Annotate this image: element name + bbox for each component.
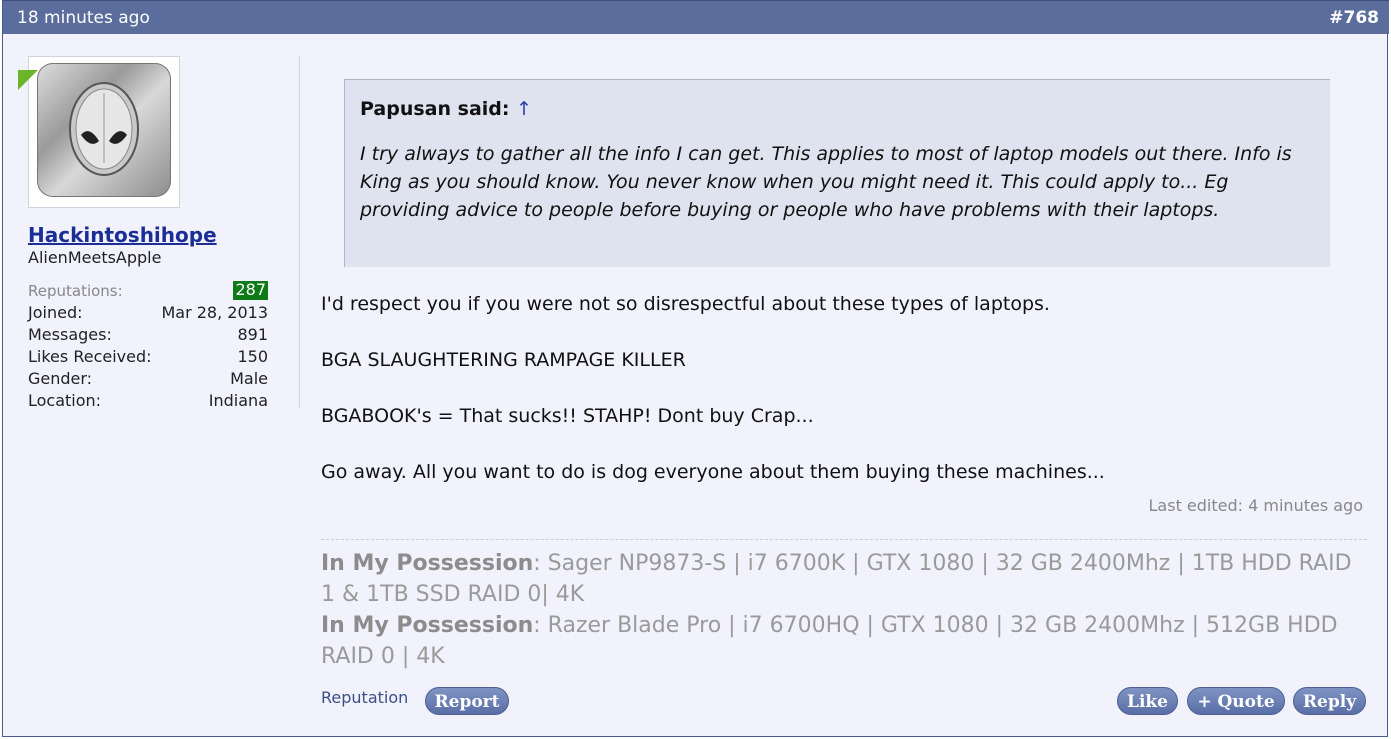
message-line: BGABOOK's = That sucks!! STAHP! Dont buy… [321,405,814,427]
stat-value[interactable]: 891 [237,324,268,346]
stat-likes: Likes Received: 150 [28,346,268,368]
username-link[interactable]: Hackintoshihope [28,223,217,247]
user-title: AlienMeetsApple [28,248,162,267]
post-time[interactable]: 18 minutes ago [17,8,150,28]
stat-label: Gender: [28,369,93,388]
like-button[interactable]: Like [1117,687,1178,715]
stat-label: Joined: [28,303,83,322]
post-header: 18 minutes ago #768 [3,0,1389,34]
quote-button[interactable]: + Quote [1187,687,1285,715]
jump-to-quote-icon[interactable]: ↑ [516,98,532,120]
stat-label: Likes Received: [28,347,152,366]
report-button[interactable]: Report [425,687,509,715]
quote-text: I try always to gather all the info I ca… [360,143,1292,221]
stat-reputations: Reputations: 287 [28,280,268,302]
stat-location: Location: Indiana [28,390,268,412]
avatar[interactable] [28,56,180,208]
stat-value: Male [230,369,268,388]
signature-label: In My Possession [321,551,534,576]
reply-button[interactable]: Reply [1293,687,1366,715]
stat-value: Mar 28, 2013 [161,303,268,322]
quote-author-name: Papusan said: [360,98,510,120]
user-stats: Reputations: 287 Joined: Mar 28, 2013 Me… [28,280,268,412]
signature-label: In My Possession [321,613,534,638]
quote-author: Papusan said: ↑ [360,98,532,120]
stat-label: Reputations: [28,282,123,300]
signature-line: In My Possession: Razer Blade Pro | i7 6… [321,610,1371,672]
stat-messages: Messages: 891 [28,324,268,346]
stat-joined: Joined: Mar 28, 2013 [28,302,268,324]
signature-line: In My Possession: Sager NP9873-S | i7 67… [321,548,1371,610]
message-line: Go away. All you want to do is dog every… [321,461,1105,483]
stat-label: Location: [28,391,102,410]
message-line: I'd respect you if you were not so disre… [321,293,1050,315]
message-line: BGA SLAUGHTERING RAMPAGE KILLER [321,349,686,371]
online-indicator [18,70,38,90]
forum-post: 18 minutes ago #768 Hackintoshihope Alie… [2,0,1389,737]
stat-label: Messages: [28,325,112,344]
alien-avatar-image [37,63,171,197]
post-number[interactable]: #768 [1329,8,1379,28]
last-edited: Last edited: 4 minutes ago [1148,496,1363,515]
user-info-divider [299,56,300,408]
quote-block: Papusan said: ↑ I try always to gather a… [344,79,1330,267]
stat-value: 150 [237,347,268,366]
stat-gender: Gender: Male [28,368,268,390]
reputation-badge: 287 [233,280,268,300]
reputation-link[interactable]: Reputation [321,688,408,707]
signature-divider [321,539,1367,540]
stat-value[interactable]: Indiana [209,390,268,412]
